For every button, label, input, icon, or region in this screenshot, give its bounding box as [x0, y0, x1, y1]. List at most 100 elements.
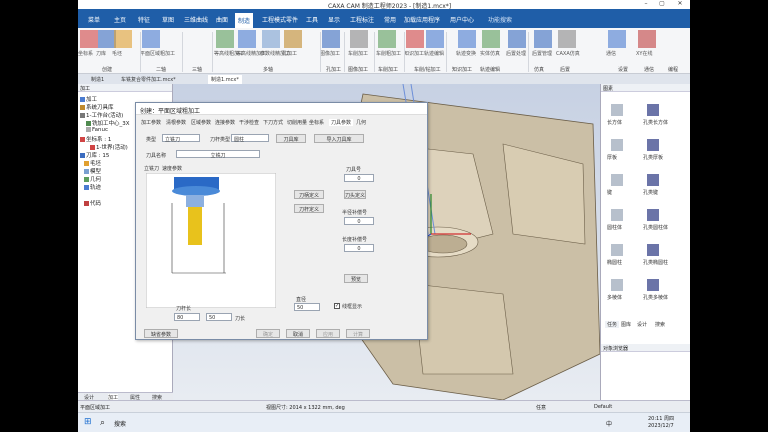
dialog-tab-active[interactable]: 刀具参数 — [329, 119, 354, 126]
ribbon-button-icon[interactable] — [378, 30, 396, 48]
ribbon-button-icon[interactable] — [426, 30, 444, 48]
cancel-button[interactable]: 取消 — [286, 329, 310, 338]
tab-tasks[interactable]: 任务 — [605, 321, 620, 328]
tool-library-button[interactable]: 刀具库 — [276, 134, 306, 143]
maximize-button[interactable]: ▢ — [654, 0, 670, 9]
dialog-tab[interactable]: 加工参数 — [141, 119, 161, 126]
taskbar-search[interactable]: 搜索 — [114, 419, 126, 428]
menu-tab[interactable]: 主页 — [114, 15, 126, 24]
dialog-tab[interactable]: 切削用量 — [287, 119, 307, 126]
menu-tab[interactable]: 加载应用程序 — [404, 15, 440, 24]
doc-tab-active[interactable]: 制造1.mcx* — [208, 75, 242, 84]
menu-tab[interactable]: 三维曲线 — [184, 15, 208, 24]
stock-select[interactable]: 圆柱 — [231, 134, 269, 143]
ribbon-button-icon[interactable] — [114, 30, 132, 48]
tree-node[interactable]: 铣加工中心_3X — [86, 119, 130, 127]
tool-name-input[interactable]: 立铣刀 — [176, 150, 260, 159]
shape-icon[interactable] — [647, 139, 659, 151]
shape-icon[interactable] — [647, 104, 659, 116]
ribbon-button-icon[interactable] — [458, 30, 476, 48]
ribbon-button-icon[interactable] — [322, 30, 340, 48]
doc-tab[interactable]: 制造1 — [88, 75, 107, 84]
menu-tab[interactable]: 常用 — [384, 15, 396, 24]
dialog-tab[interactable]: 区域参数 — [191, 119, 211, 126]
minimize-button[interactable]: – — [638, 0, 654, 9]
doc-tab[interactable]: 车铣复合零件加工.mcx* — [118, 75, 179, 84]
menu-tab[interactable]: 特征 — [138, 15, 150, 24]
clock-time[interactable]: 20:11 周四 — [648, 415, 674, 422]
shape-icon[interactable] — [611, 139, 623, 151]
menu-tab[interactable]: 显示 — [328, 15, 340, 24]
tree-node[interactable]: 系统刀具库 — [80, 103, 114, 111]
shape-icon[interactable] — [611, 209, 623, 221]
tree-node[interactable]: Fanuc — [86, 127, 108, 133]
shape-icon[interactable] — [647, 174, 659, 186]
ribbon-button-icon[interactable] — [238, 30, 256, 48]
shank-length-input[interactable]: 80 — [174, 313, 200, 321]
tree-node[interactable]: 加工 — [80, 95, 97, 103]
import-library-button[interactable]: 导入刀具库 — [314, 134, 364, 143]
head-define-button[interactable]: 刀头定义 — [344, 190, 366, 199]
menu-tab[interactable]: 工程模式零件 — [262, 15, 298, 24]
search-box[interactable]: 功能搜索 — [488, 15, 512, 24]
radius-comp-input[interactable]: 0 — [344, 217, 374, 225]
dialog-tab[interactable]: 清根参数 — [166, 119, 186, 126]
dialog-tab[interactable]: 几何 — [356, 119, 366, 126]
sub-tab[interactable]: 速度参数 — [162, 165, 182, 172]
tree-node[interactable]: 轨迹 — [84, 183, 101, 191]
tree-node[interactable]: 代码 — [84, 199, 101, 207]
ribbon-button-icon[interactable] — [608, 30, 626, 48]
tree-node[interactable]: 1-工作台(活动) — [80, 111, 123, 119]
shape-icon[interactable] — [611, 174, 623, 186]
wireframe-checkbox[interactable]: ✓ — [334, 303, 340, 309]
menu-tab-active[interactable]: 制造 — [235, 13, 254, 28]
tree-node[interactable]: 刀库 : 15 — [80, 151, 109, 159]
default-params-button[interactable]: 缺省参数 — [144, 329, 178, 338]
close-button[interactable]: ✕ — [672, 0, 688, 9]
tree-node[interactable]: 坐标系 : 1 — [80, 135, 111, 143]
dialog-tab[interactable]: 干涉检查 — [239, 119, 259, 126]
tab-design[interactable]: 设计 — [637, 321, 647, 328]
shape-icon[interactable] — [647, 279, 659, 291]
ribbon-button-icon[interactable] — [638, 30, 656, 48]
ribbon-button-icon[interactable] — [80, 30, 98, 48]
windows-start-icon[interactable]: ⊞ — [84, 417, 92, 427]
menu-tab[interactable]: 工程标注 — [350, 15, 374, 24]
menu-tab[interactable]: 菜单 — [88, 15, 100, 24]
ribbon-button-icon[interactable] — [216, 30, 234, 48]
apply-button[interactable]: 应用 — [316, 329, 340, 338]
menu-tab[interactable]: 工具 — [306, 15, 318, 24]
shape-icon[interactable] — [611, 244, 623, 256]
shape-icon[interactable] — [611, 104, 623, 116]
ribbon-button-icon[interactable] — [558, 30, 576, 48]
ribbon-button-icon[interactable] — [284, 30, 302, 48]
menu-tab[interactable]: 用户中心 — [450, 15, 474, 24]
clock-date[interactable]: 2023/12/7 — [648, 423, 674, 429]
preview-button[interactable]: 预览 — [344, 274, 368, 283]
tree-node[interactable]: 模型 — [84, 167, 101, 175]
tab-library[interactable]: 图库 — [621, 321, 631, 328]
sub-tab[interactable]: 立铣刀 — [144, 165, 159, 172]
menu-tab[interactable]: 曲面 — [216, 15, 228, 24]
ribbon-button-icon[interactable] — [262, 30, 280, 48]
shape-icon[interactable] — [647, 209, 659, 221]
ribbon-button-icon[interactable] — [482, 30, 500, 48]
ime-indicator[interactable]: 中 — [606, 419, 612, 428]
shape-icon[interactable] — [611, 279, 623, 291]
dialog-tab[interactable]: 下刀方式 — [263, 119, 283, 126]
ribbon-button-icon[interactable] — [142, 30, 160, 48]
ribbon-button-icon[interactable] — [508, 30, 526, 48]
tool-no-input[interactable]: 0 — [344, 174, 374, 182]
type-select[interactable]: 立铣刀 — [162, 134, 200, 143]
dialog-tab[interactable]: 连接参数 — [215, 119, 235, 126]
dialog-tab[interactable]: 坐标系 — [309, 119, 324, 126]
shape-icon[interactable] — [647, 244, 659, 256]
diameter-input[interactable]: 50 — [294, 303, 320, 311]
compute-button[interactable]: 计算 — [346, 329, 370, 338]
tree-node[interactable]: 毛坯 — [84, 159, 101, 167]
tree-node[interactable]: 几何 — [84, 175, 101, 183]
length-comp-input[interactable]: 0 — [344, 244, 374, 252]
ribbon-button-icon[interactable] — [350, 30, 368, 48]
holder-define-button[interactable]: 刀柄定义 — [294, 190, 324, 199]
shank-define-button[interactable]: 刀杆定义 — [294, 204, 324, 213]
